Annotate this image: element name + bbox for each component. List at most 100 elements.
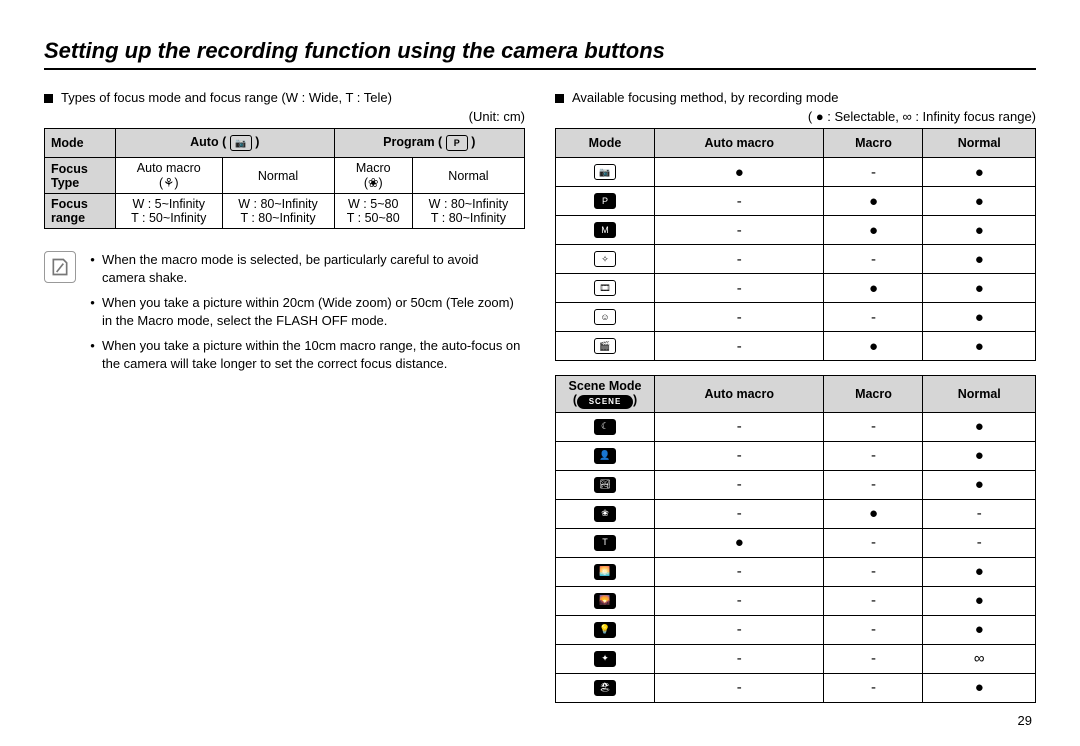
table-row: 🌅--● <box>556 557 1036 586</box>
cell-range-1: W : 5~Infinity T : 50~Infinity <box>116 194 223 229</box>
mode-icon: 🏖 <box>594 680 616 696</box>
head-normal: Normal <box>923 376 1036 413</box>
mode-icon: ☺ <box>594 309 616 325</box>
focus-range-table: Mode Auto ( 📷 ) Program ( P ) Focus <box>44 128 525 229</box>
table-row: 👤--● <box>556 441 1036 470</box>
availability-cell: ∞ <box>923 644 1036 673</box>
page-number: 29 <box>1018 713 1032 728</box>
availability-cell: ● <box>923 187 1036 216</box>
note-box: When the macro mode is selected, be part… <box>44 251 525 380</box>
cell-focus-range-label: Focus range <box>45 194 116 229</box>
right-column: Available focusing method, by recording … <box>555 90 1036 703</box>
mode-icon-cell: ✧ <box>556 245 655 274</box>
availability-cell: ● <box>923 673 1036 702</box>
availability-cell: - <box>824 470 923 499</box>
auto-macro-icon: ⚘ <box>163 176 174 190</box>
mode-icon-cell: 🌅 <box>556 557 655 586</box>
mode-icon: 🏞 <box>594 477 616 493</box>
availability-cell: - <box>655 216 824 245</box>
table-row: ☾--● <box>556 412 1036 441</box>
right-section-heading: Available focusing method, by recording … <box>555 90 1036 105</box>
mode-icon: 📷 <box>594 164 616 180</box>
mode-icon: ❀ <box>594 506 616 522</box>
mode-icon: 🎞 <box>594 280 616 296</box>
availability-cell: - <box>655 187 824 216</box>
mode-icon-cell: 🎞 <box>556 274 655 303</box>
cell-normal-1: Normal <box>222 158 334 194</box>
head-macro: Macro <box>824 129 923 158</box>
mode-icon-cell: 🏞 <box>556 470 655 499</box>
availability-cell: ● <box>923 158 1036 187</box>
mode-icon-cell: ❀ <box>556 499 655 528</box>
scene-mode-focus-table: Scene Mode (SCENE) Auto macro Macro Norm… <box>555 375 1036 703</box>
mode-icon-cell: 🌄 <box>556 586 655 615</box>
availability-cell: - <box>655 332 824 361</box>
right-heading-text: Available focusing method, by recording … <box>572 90 838 105</box>
mode-icon-cell: 📷 <box>556 158 655 187</box>
mode-icon: P <box>594 193 616 209</box>
availability-cell: ● <box>824 332 923 361</box>
availability-cell: - <box>655 499 824 528</box>
cell-range-2: W : 80~Infinity T : 80~Infinity <box>222 194 334 229</box>
mode-focus-table: Mode Auto macro Macro Normal 📷●-●P-●●M-●… <box>555 128 1036 361</box>
table-row: 🌄--● <box>556 586 1036 615</box>
availability-cell: - <box>655 245 824 274</box>
left-section-heading: Types of focus mode and focus range (W :… <box>44 90 525 105</box>
availability-cell: - <box>655 441 824 470</box>
cell-focus-type-label: Focus Type <box>45 158 116 194</box>
availability-cell: ● <box>923 441 1036 470</box>
table-row: 🎬-●● <box>556 332 1036 361</box>
availability-cell: ● <box>923 216 1036 245</box>
mode-icon-cell: T <box>556 528 655 557</box>
table-row: 🏖--● <box>556 673 1036 702</box>
availability-cell: - <box>655 274 824 303</box>
table-row: ✧--● <box>556 245 1036 274</box>
availability-cell: ● <box>923 615 1036 644</box>
availability-cell: ● <box>655 528 824 557</box>
availability-cell: - <box>655 557 824 586</box>
availability-cell: - <box>824 557 923 586</box>
mode-icon: ☾ <box>594 419 616 435</box>
head-auto-macro: Auto macro <box>655 129 824 158</box>
availability-cell: - <box>824 158 923 187</box>
mode-icon: ✦ <box>594 651 616 667</box>
availability-cell: - <box>923 499 1036 528</box>
availability-cell: - <box>923 528 1036 557</box>
availability-cell: - <box>655 470 824 499</box>
mode-icon-cell: 👤 <box>556 441 655 470</box>
mode-icon-cell: M <box>556 216 655 245</box>
mode-icon: 🌄 <box>594 593 616 609</box>
mode-icon: 👤 <box>594 448 616 464</box>
table-row: 📷●-● <box>556 158 1036 187</box>
mode-icon: M <box>594 222 616 238</box>
availability-cell: - <box>655 412 824 441</box>
table-row: T●-- <box>556 528 1036 557</box>
cell-auto-macro: Auto macro (⚘) <box>116 158 223 194</box>
table-row: 🎞-●● <box>556 274 1036 303</box>
availability-cell: - <box>824 441 923 470</box>
availability-cell: ● <box>824 274 923 303</box>
cell-normal-2: Normal <box>412 158 524 194</box>
mode-icon: 🎬 <box>594 338 616 354</box>
availability-cell: - <box>655 644 824 673</box>
note-item: When you take a picture within the 10cm … <box>102 337 525 372</box>
availability-cell: ● <box>923 303 1036 332</box>
page-title: Setting up the recording function using … <box>44 38 1036 70</box>
availability-cell: ● <box>923 412 1036 441</box>
macro-icon: ❀ <box>368 176 378 190</box>
availability-cell: - <box>824 673 923 702</box>
availability-cell: - <box>655 615 824 644</box>
head-macro: Macro <box>824 376 923 413</box>
head-normal: Normal <box>923 129 1036 158</box>
mode-icon-cell: ✦ <box>556 644 655 673</box>
table-row: ☺--● <box>556 303 1036 332</box>
availability-cell: ● <box>923 470 1036 499</box>
availability-cell: ● <box>824 216 923 245</box>
infinity-icon: ∞ <box>902 109 911 124</box>
mode-icon-cell: 💡 <box>556 615 655 644</box>
table-row: M-●● <box>556 216 1036 245</box>
legend: ( ● : Selectable, ∞ : Infinity focus ran… <box>555 109 1036 124</box>
table-row: ✦--∞ <box>556 644 1036 673</box>
program-mode-icon: P <box>446 135 468 151</box>
bullet-square-icon <box>555 94 564 103</box>
